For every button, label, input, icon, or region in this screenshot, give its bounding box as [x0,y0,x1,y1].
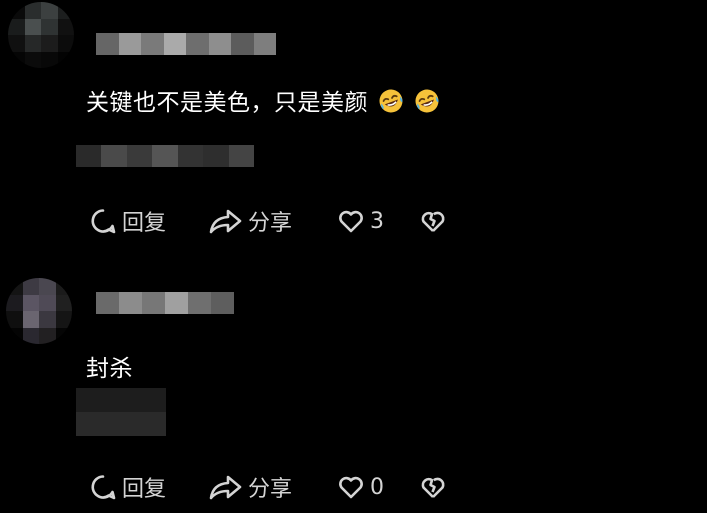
avatar-pixel [22,278,39,295]
avatar-pixel [55,327,72,344]
reply-button[interactable]: 回复 [88,472,208,502]
avatar-pixel [22,327,39,344]
avatar-pixel [41,2,58,19]
username-pixel [119,292,142,314]
username-pixel [163,33,186,55]
username-pixel [253,33,276,55]
comment-actions: 回复 分享 3 [88,206,458,236]
username-pixel [208,33,231,55]
username-pixel [186,33,209,55]
comment-text: 关键也不是美色，只是美颜 [86,88,440,118]
username-blurred[interactable] [96,33,276,55]
username-pixel [96,292,119,314]
dislike-button[interactable] [418,206,458,236]
share-arrow-icon [208,472,244,502]
avatar-pixel [57,2,74,19]
like-count: 0 [370,474,384,500]
avatar-pixel [6,327,23,344]
laughing-emoji-icon [414,88,440,114]
like-count: 3 [370,208,384,234]
dislike-button[interactable] [418,472,458,502]
username-pixel [211,292,234,314]
reply-bubble-icon [88,472,118,502]
avatar-pixel [57,51,74,68]
avatar-pixel [57,35,74,52]
avatar-pixel [6,311,23,328]
comment-item: 关键也不是美色，只是美颜 回复 分享 3 [0,0,707,262]
comment-item: 封杀 回复 分享 0 [0,262,707,513]
heart-icon [336,206,366,236]
avatar-pixel [39,327,56,344]
heart-icon [336,472,366,502]
username-pixel [118,33,141,55]
avatar-pixel [24,35,41,52]
username-pixel [141,33,164,55]
reply-label: 回复 [122,477,167,502]
meta-pixel [203,145,229,167]
avatar-pixel [8,51,25,68]
meta-pixel [76,412,166,436]
username-pixel [96,33,119,55]
avatar-pixel [24,51,41,68]
meta-pixel [76,388,166,412]
meta-pixel [76,145,102,167]
username-blurred[interactable] [96,292,234,314]
avatar-pixel [55,294,72,311]
avatar-pixel [6,294,23,311]
comment-body: 封杀 [86,356,133,382]
username-pixel [142,292,165,314]
avatar-pixel [41,35,58,52]
avatar-pixel [24,18,41,35]
avatar-pixel [55,278,72,295]
avatar[interactable] [6,278,72,344]
reply-bubble-icon [88,206,118,236]
avatar[interactable] [8,2,74,68]
avatar-pixel [41,51,58,68]
timestamp-blurred [76,145,254,167]
share-label: 分享 [248,211,293,236]
meta-pixel [101,145,127,167]
avatar-pixel [39,294,56,311]
laughing-emoji-icon [378,88,404,114]
meta-pixel [177,145,204,167]
avatar-pixel [6,278,23,295]
avatar-pixel [41,18,58,35]
avatar-pixel [57,18,74,35]
comment-actions: 回复 分享 0 [88,472,458,502]
share-button[interactable]: 分享 [208,206,336,236]
avatar-pixel [22,311,39,328]
broken-heart-icon [418,206,448,236]
avatar-pixel [24,2,41,19]
meta-pixel [126,145,153,167]
like-button[interactable]: 3 [336,206,418,236]
avatar-pixel [39,311,56,328]
like-button[interactable]: 0 [336,472,418,502]
username-pixel [188,292,211,314]
username-pixel [165,292,188,314]
meta-pixel [152,145,178,167]
share-label: 分享 [248,477,293,502]
avatar-pixel [39,278,56,295]
avatar-pixel [55,311,72,328]
avatar-pixel [8,35,25,52]
share-arrow-icon [208,206,244,236]
comment-body: 关键也不是美色，只是美颜 [86,90,368,116]
share-button[interactable]: 分享 [208,472,336,502]
timestamp-blurred [76,388,166,436]
reply-button[interactable]: 回复 [88,206,208,236]
comment-text: 封杀 [86,354,133,384]
meta-pixel [228,145,254,167]
avatar-pixel [8,2,25,19]
avatar-pixel [8,18,25,35]
username-pixel [231,33,254,55]
broken-heart-icon [418,472,448,502]
avatar-pixel [22,294,39,311]
reply-label: 回复 [122,211,167,236]
